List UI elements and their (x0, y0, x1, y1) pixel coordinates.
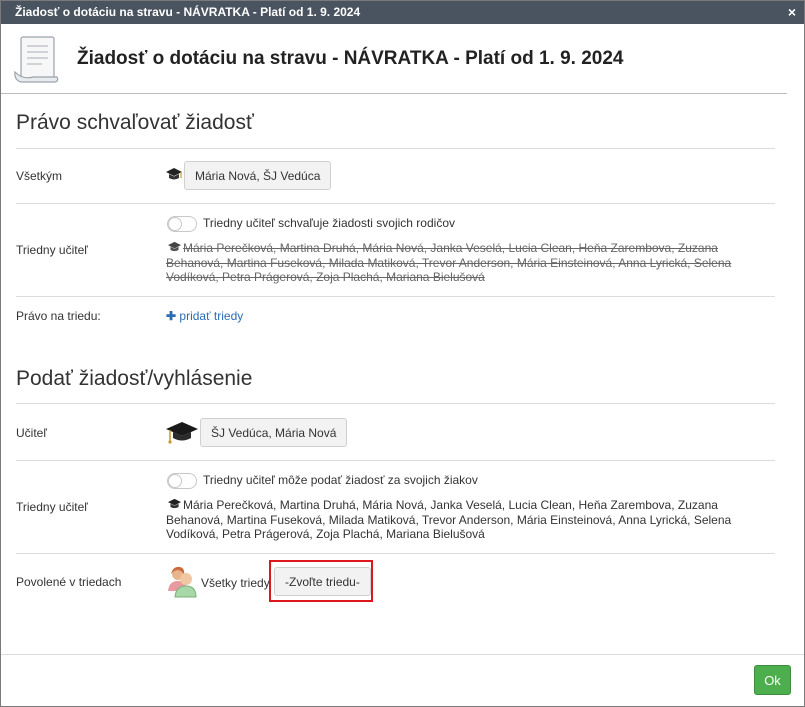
divider (16, 148, 775, 149)
class-teacher-submit-toggle-label: Triedny učiteľ môže podať žiadosť za svo… (203, 473, 478, 487)
header-divider (1, 93, 787, 94)
all-classes-text: Všetky triedy (201, 576, 270, 590)
names-text: Mária Perečková, Martina Druhá, Mária No… (166, 498, 732, 541)
approve-section-title: Právo schvaľovať žiadosť (16, 111, 254, 134)
page-title: Žiadosť o dotáciu na stravu - NÁVRATKA -… (77, 48, 624, 69)
class-teacher-names-disabled: Mária Perečková, Martina Druhá, Mária No… (166, 241, 746, 285)
graduation-cap-icon (168, 498, 181, 509)
divider (16, 460, 775, 461)
class-teacher-label: Triedny učiteľ (16, 243, 88, 257)
allowed-classes-label: Povolené v triedach (16, 575, 122, 589)
class-teacher-approve-toggle-label: Triedny učiteľ schvaľuje žiadosti svojic… (203, 216, 455, 230)
dialog-header: Žiadosť o dotáciu na stravu - NÁVRATKA -… (1, 24, 804, 94)
teacher-submitters-button[interactable]: ŠJ Vedúca, Mária Nová (200, 418, 348, 447)
add-classes-link[interactable]: ✚ pridať triedy (166, 309, 243, 323)
class-teacher-approve-toggle[interactable] (167, 216, 197, 232)
divider (16, 553, 775, 554)
class-right-label: Právo na triedu: (16, 309, 101, 323)
title-bar: Žiadosť o dotáciu na stravu - NÁVRATKA -… (1, 1, 804, 24)
everyone-label: Všetkým (16, 169, 63, 183)
close-icon[interactable]: × (788, 4, 796, 20)
graduation-cap-icon (166, 168, 182, 180)
graduation-cap-icon (168, 241, 181, 252)
names-text: Mária Perečková, Martina Druhá, Mária No… (166, 241, 732, 284)
submit-section-title: Podať žiadosť/vyhlásenie (16, 367, 253, 390)
toggle-knob (168, 474, 182, 488)
divider (16, 296, 775, 297)
window-title: Žiadosť o dotáciu na stravu - NÁVRATKA -… (15, 5, 361, 19)
document-icon (14, 36, 59, 83)
divider (16, 403, 775, 404)
class-teacher-label: Triedny učiteľ (16, 500, 88, 514)
divider (16, 203, 775, 204)
everyone-approvers-button[interactable]: Mária Nová, ŠJ Vedúca (184, 161, 332, 190)
teacher-label: Učiteľ (16, 426, 47, 440)
plus-icon: ✚ (166, 309, 177, 323)
footer-divider (1, 654, 804, 655)
add-classes-text: pridať triedy (179, 309, 244, 323)
students-icon (168, 566, 197, 598)
ok-button[interactable]: Ok (754, 665, 791, 695)
dialog-window: Žiadosť o dotáciu na stravu - NÁVRATKA -… (0, 0, 805, 707)
class-teacher-names: Mária Perečková, Martina Druhá, Mária No… (166, 498, 746, 542)
highlight-box (269, 560, 373, 602)
toggle-knob (168, 217, 182, 231)
class-teacher-submit-toggle[interactable] (167, 473, 197, 489)
graduation-cap-icon (166, 422, 198, 444)
